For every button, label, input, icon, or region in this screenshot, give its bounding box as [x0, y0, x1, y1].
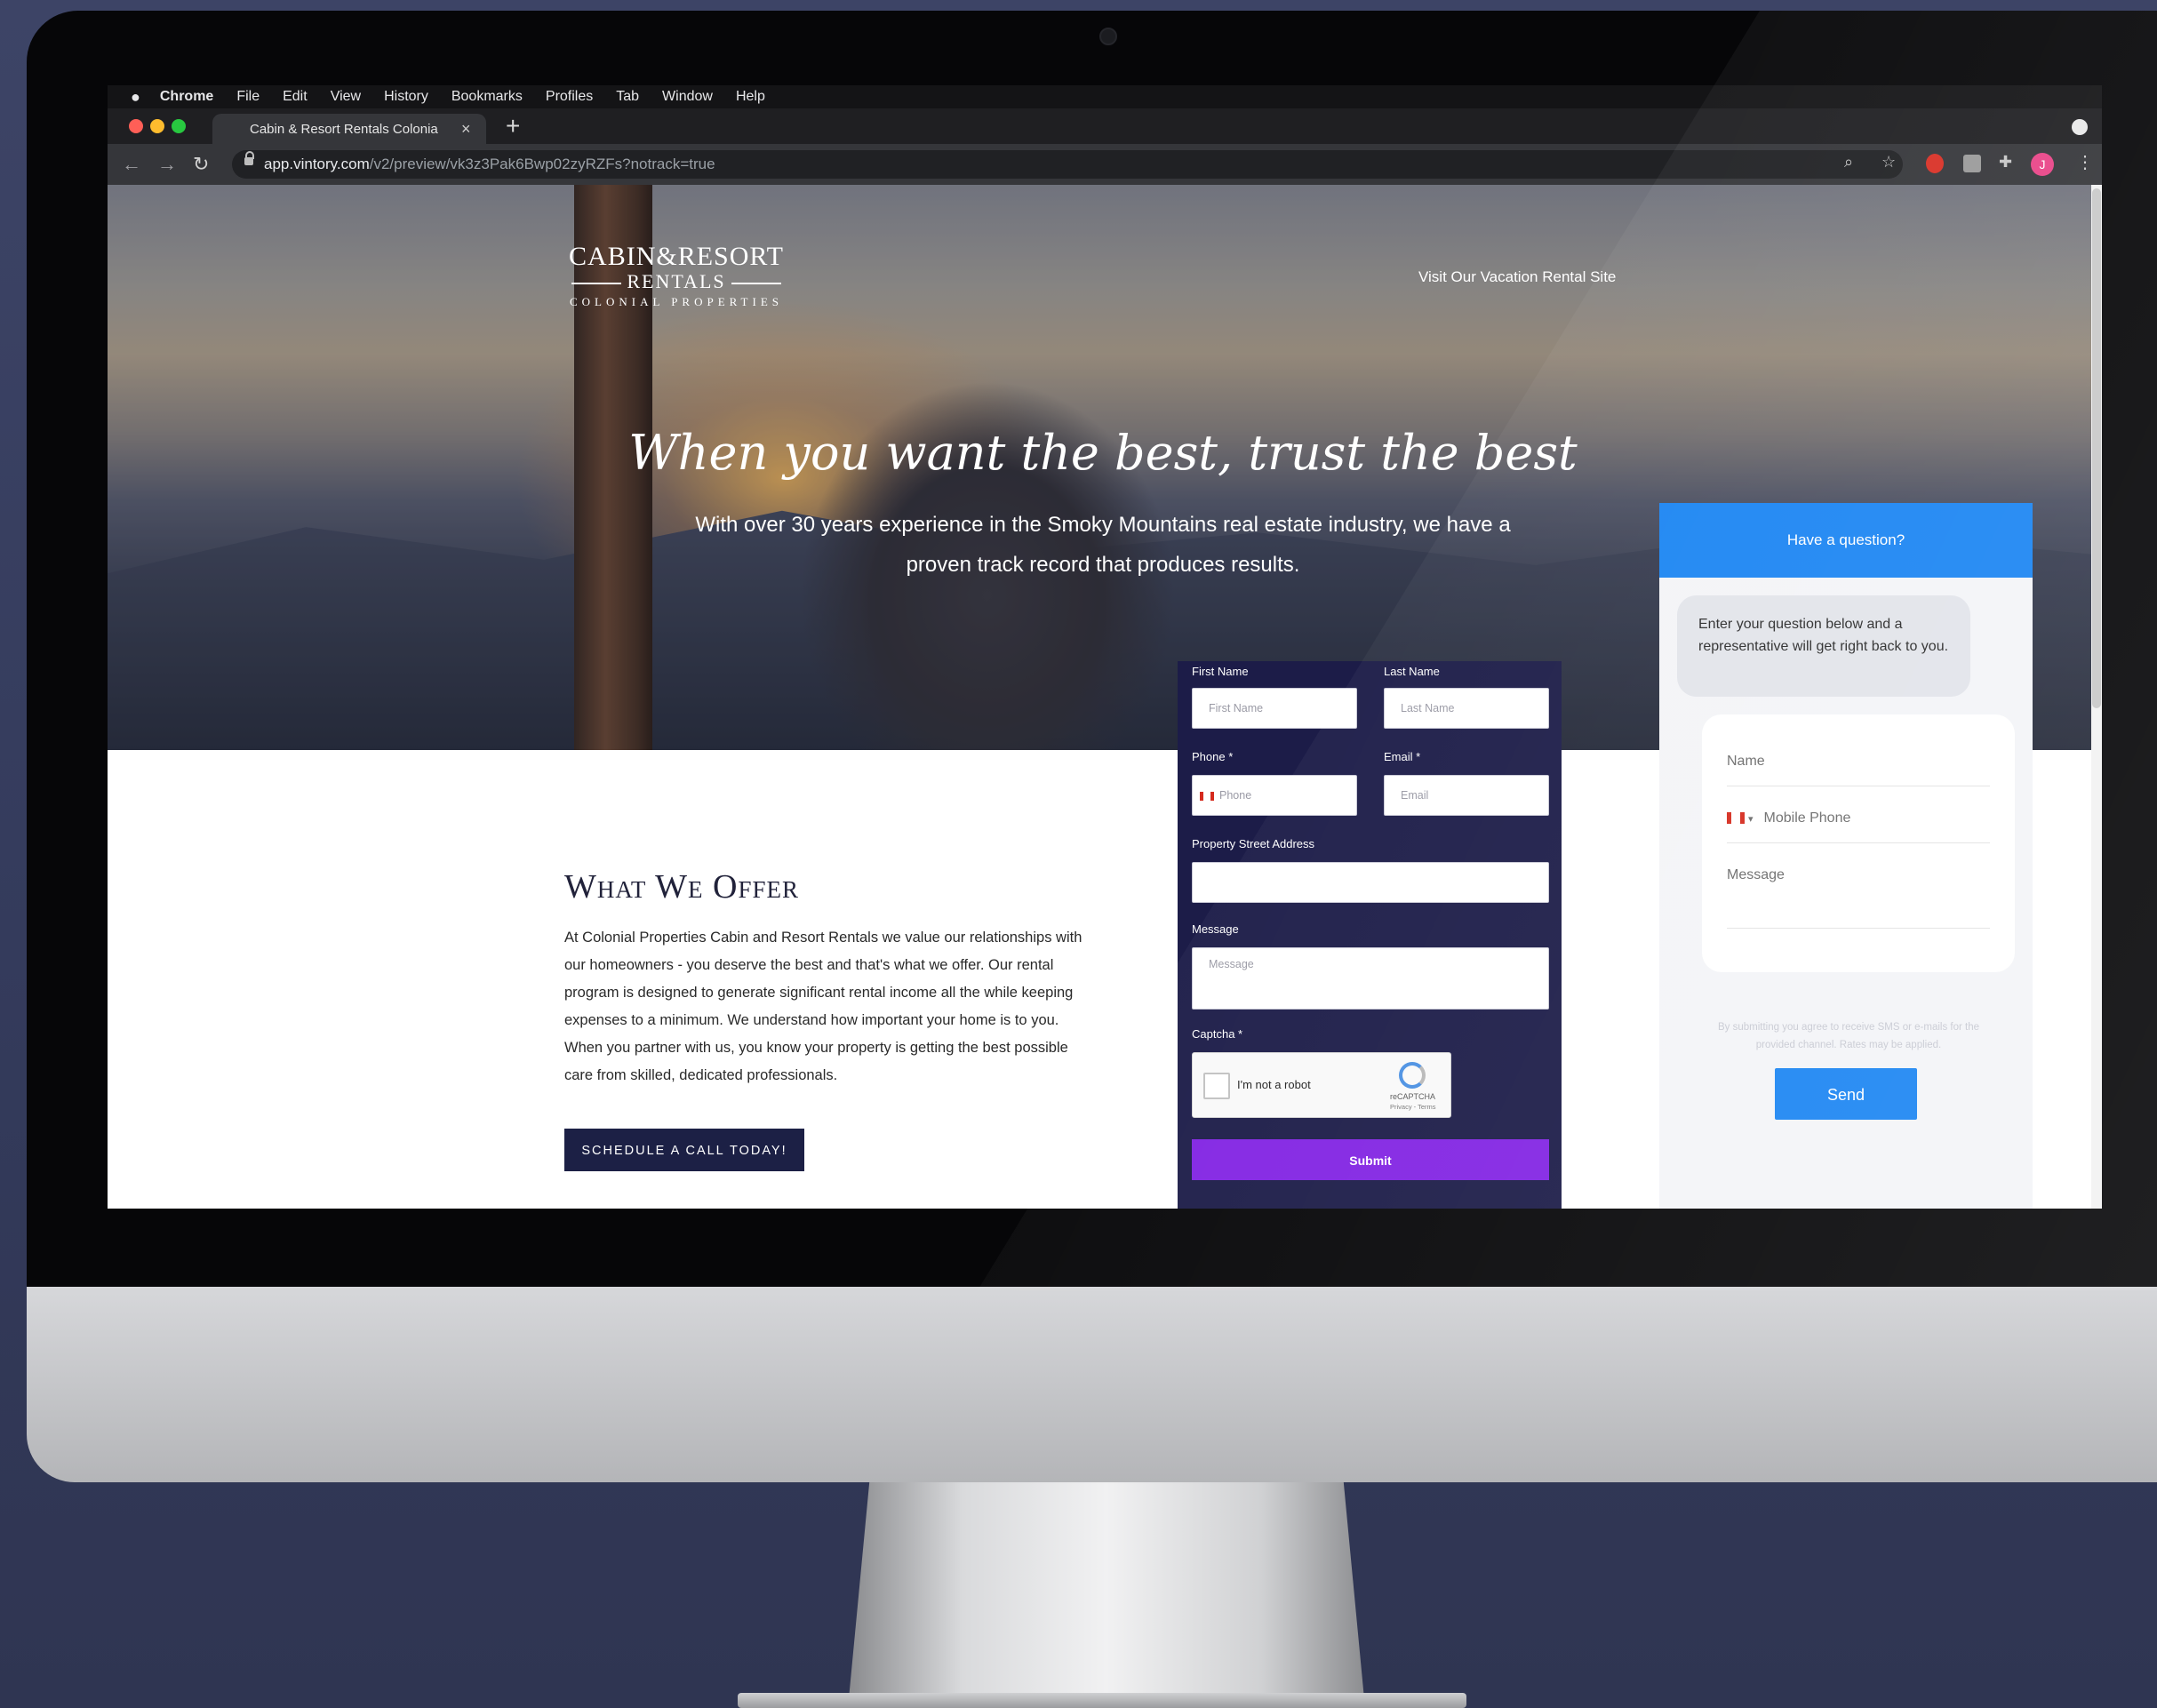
- canada-flag-icon[interactable]: [1727, 812, 1745, 825]
- browser-tab[interactable]: Cabin & Resort Rentals Colonia ×: [212, 114, 486, 144]
- puzzle-extensions-icon[interactable]: ✚: [1999, 153, 2012, 172]
- menu-tab[interactable]: Tab: [616, 89, 639, 105]
- menu-profiles[interactable]: Profiles: [546, 89, 593, 105]
- canada-flag-icon[interactable]: [1200, 791, 1214, 801]
- tab-strip: Cabin & Resort Rentals Colonia × +: [108, 108, 2102, 144]
- screen: ● Chrome File Edit View History Bookmark…: [108, 85, 2102, 1209]
- chat-message-bubble: Enter your question below and a represen…: [1677, 595, 1970, 697]
- schedule-call-button[interactable]: SCHEDULE A CALL TODAY!: [564, 1129, 804, 1171]
- last-name-label: Last Name: [1384, 665, 1440, 678]
- menu-view[interactable]: View: [331, 89, 361, 105]
- menu-history[interactable]: History: [384, 89, 428, 105]
- imac-stand: [849, 1482, 1364, 1699]
- email-label: Email *: [1384, 750, 1421, 763]
- logo-line-3: COLONIAL PROPERTIES: [570, 295, 783, 308]
- logo-line-1: CABIN&RESORT: [569, 242, 784, 271]
- chevron-down-icon[interactable]: ▾: [1748, 814, 1754, 825]
- captcha-checkbox[interactable]: [1203, 1073, 1230, 1099]
- menu-app-name[interactable]: Chrome: [160, 89, 213, 105]
- menu-help[interactable]: Help: [736, 89, 765, 105]
- chat-message-input[interactable]: Message: [1727, 867, 1990, 929]
- tab-search-icon[interactable]: [2072, 119, 2088, 135]
- email-input[interactable]: Email: [1384, 775, 1549, 816]
- chat-header: Have a question?: [1659, 503, 2033, 578]
- more-menu-icon[interactable]: ⋮: [2076, 151, 2094, 173]
- back-icon[interactable]: ←: [122, 153, 141, 176]
- send-button[interactable]: Send: [1775, 1068, 1917, 1120]
- chat-legal-text: By submitting you agree to receive SMS o…: [1717, 1022, 1979, 1050]
- url-path: /v2/preview/vk3z3Pak6Bwp02zyRZFs?notrack…: [369, 156, 715, 172]
- logo-line-2: RENTALS: [561, 270, 792, 293]
- offer-paragraph: At Colonial Properties Cabin and Resort …: [564, 930, 1082, 1083]
- new-tab-icon[interactable]: +: [506, 112, 520, 140]
- forward-icon[interactable]: →: [157, 153, 177, 176]
- logo-line-2-text: RENTALS: [627, 270, 726, 292]
- phone-placeholder: Phone: [1219, 789, 1252, 802]
- address-label: Property Street Address: [1192, 837, 1315, 850]
- lock-icon: [244, 151, 254, 165]
- chat-widget: Have a question? Enter your question bel…: [1659, 503, 2033, 1209]
- first-name-label: First Name: [1192, 665, 1249, 678]
- url-host: app.vintory.com: [264, 156, 370, 172]
- chat-phone-input[interactable]: ▾ Mobile Phone: [1727, 810, 1990, 843]
- menu-window[interactable]: Window: [662, 89, 713, 105]
- first-name-input[interactable]: First Name: [1192, 688, 1357, 729]
- profile-avatar[interactable]: J: [2031, 153, 2054, 176]
- lead-form: First Name First Name Last Name Last Nam…: [1178, 661, 1562, 1209]
- tab-title: Cabin & Resort Rentals Colonia: [250, 121, 438, 137]
- address-input[interactable]: [1192, 862, 1549, 903]
- hero-subtitle: With over 30 years experience in the Smo…: [695, 513, 1511, 577]
- recaptcha-icon: [1399, 1062, 1426, 1089]
- bookmark-star-icon[interactable]: ☆: [1881, 153, 1896, 172]
- submit-button[interactable]: Submit: [1192, 1139, 1549, 1180]
- last-name-input[interactable]: Last Name: [1384, 688, 1549, 729]
- webpage: CABIN&RESORT RENTALS COLONIAL PROPERTIES…: [108, 185, 2091, 1209]
- recaptcha-widget: I'm not a robot reCAPTCHA Privacy - Term…: [1192, 1052, 1451, 1118]
- site-logo[interactable]: CABIN&RESORT RENTALS COLONIAL PROPERTIES: [561, 242, 792, 309]
- recaptcha-links[interactable]: Privacy - Terms: [1390, 1103, 1436, 1111]
- message-label: Message: [1192, 922, 1239, 936]
- captcha-text: I'm not a robot: [1237, 1078, 1311, 1091]
- phone-input[interactable]: Phone: [1192, 775, 1357, 816]
- captcha-label: Captcha *: [1192, 1027, 1243, 1041]
- close-window-button[interactable]: [129, 119, 143, 133]
- visit-vacation-rental-link[interactable]: Visit Our Vacation Rental Site: [1418, 268, 1616, 286]
- minimize-window-button[interactable]: [150, 119, 164, 133]
- extension-icon[interactable]: [1963, 155, 1981, 172]
- imac-foot: [738, 1693, 1466, 1708]
- offer-heading: What We Offer: [564, 868, 800, 906]
- apple-icon[interactable]: ●: [131, 88, 140, 107]
- menu-edit[interactable]: Edit: [283, 89, 308, 105]
- menu-bookmarks[interactable]: Bookmarks: [451, 89, 523, 105]
- menu-file[interactable]: File: [236, 89, 260, 105]
- mac-menubar: ● Chrome File Edit View History Bookmark…: [108, 85, 2102, 108]
- phone-label: Phone *: [1192, 750, 1234, 763]
- message-textarea[interactable]: Message: [1192, 947, 1549, 1010]
- toolbar: ← → ↻ app.vintory.com/v2/preview/vk3z3Pa…: [108, 144, 2102, 185]
- recaptcha-brand: reCAPTCHA: [1390, 1092, 1436, 1101]
- reload-icon[interactable]: ↻: [193, 153, 209, 176]
- scrollbar-thumb[interactable]: [2092, 188, 2101, 708]
- address-bar[interactable]: app.vintory.com/v2/preview/vk3z3Pak6Bwp0…: [232, 150, 1903, 179]
- zoom-window-button[interactable]: [172, 119, 186, 133]
- extension-icon[interactable]: [1926, 154, 1944, 173]
- hero-tagline: When you want the best, trust the best: [628, 425, 1578, 481]
- chat-name-input[interactable]: Name: [1727, 754, 1990, 786]
- url-text[interactable]: app.vintory.com/v2/preview/vk3z3Pak6Bwp0…: [264, 156, 715, 173]
- tab-close-icon[interactable]: ×: [461, 120, 471, 139]
- webcam: [1099, 28, 1117, 45]
- zoom-search-icon[interactable]: ⌕: [1844, 153, 1853, 172]
- imac-chin: [27, 1287, 2157, 1482]
- chat-form-card: Name ▾ Mobile Phone Message: [1702, 714, 2015, 972]
- chat-phone-placeholder: Mobile Phone: [1763, 810, 1851, 826]
